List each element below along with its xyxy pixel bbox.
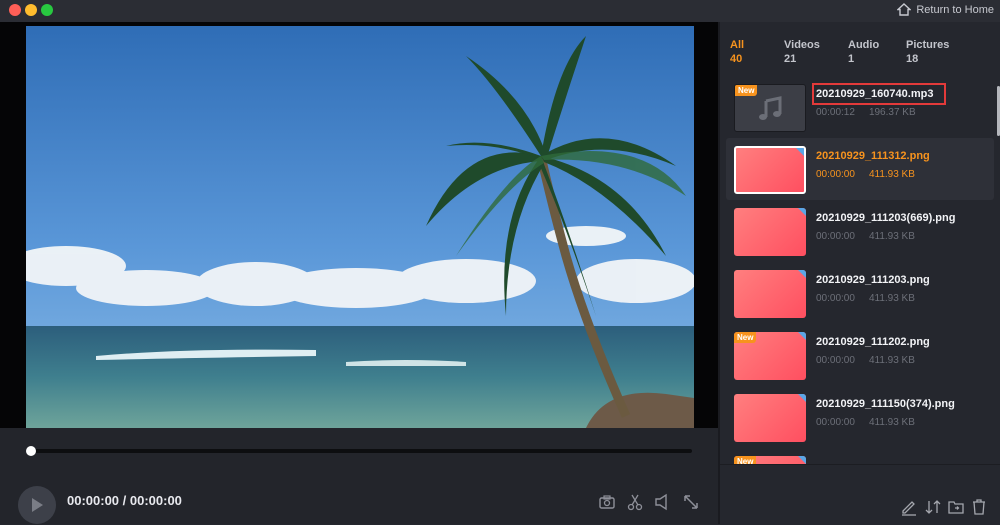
thumbnail-corner-mark xyxy=(798,394,806,402)
open-folder-icon[interactable] xyxy=(947,498,965,516)
file-thumbnail: New xyxy=(734,84,806,132)
cut-icon[interactable] xyxy=(626,493,644,511)
tab-videos[interactable]: Videos 21 xyxy=(784,38,820,66)
tab-all[interactable]: All 40 xyxy=(730,38,744,66)
file-duration: 00:00:12 xyxy=(816,107,855,118)
music-note-icon xyxy=(759,96,782,120)
fullscreen-icon[interactable] xyxy=(682,493,700,511)
snapshot-icon[interactable] xyxy=(598,493,616,511)
tab-count: 1 xyxy=(848,53,855,65)
file-meta: 00:00:00 411.93 KB xyxy=(816,355,929,366)
thumbnail-corner-mark xyxy=(798,332,806,340)
file-size: 411.93 KB xyxy=(868,355,915,366)
file-name: 20210929_111312.png xyxy=(816,150,930,162)
file-thumbnail xyxy=(734,208,806,256)
file-name: 20210929_111203(669).png xyxy=(816,212,956,224)
file-thumbnail: New xyxy=(734,332,806,380)
tab-count: 18 xyxy=(906,53,919,65)
sort-icon[interactable] xyxy=(924,498,942,516)
file-size: 411.93 KB xyxy=(868,293,915,304)
file-duration: 00:00:00 xyxy=(816,417,855,428)
file-item-selected[interactable]: 20210929_111312.png 00:00:00 411.93 KB xyxy=(726,138,994,200)
file-list[interactable]: New 20210929_160740.mp3 00:00:12 196.37 K… xyxy=(720,76,1000,464)
progress-handle[interactable] xyxy=(26,446,36,456)
file-meta: 00:00:00 411.93 KB xyxy=(816,169,929,180)
file-duration: 00:00:00 xyxy=(816,169,855,180)
tab-label: Videos xyxy=(784,39,820,51)
file-item[interactable]: 20210929_111203(669).png 00:00:00 411.93 … xyxy=(726,200,994,262)
file-duration: 00:00:00 xyxy=(816,231,855,242)
tab-count: 40 xyxy=(730,53,743,65)
player-controls: 00:00:00 / 00:00:00 xyxy=(0,428,718,524)
title-bar: Return to Home xyxy=(0,0,1000,22)
home-icon xyxy=(897,3,912,16)
file-thumbnail xyxy=(734,270,806,318)
file-size: 411.93 KB xyxy=(868,169,915,180)
new-badge: New xyxy=(734,332,757,343)
tab-count: 21 xyxy=(784,53,797,65)
sidebar-toolbar xyxy=(720,464,1000,525)
file-thumbnail xyxy=(734,394,806,442)
delete-icon[interactable] xyxy=(970,498,988,516)
minimize-window-button[interactable] xyxy=(25,4,37,16)
file-item[interactable]: New 20210929_111202.png 00:00:00 411.93 K… xyxy=(726,324,994,386)
file-meta: 00:00:00 411.93 KB xyxy=(816,417,929,428)
file-name: 20210929_111150(374).png xyxy=(816,398,955,410)
file-item[interactable]: 20210929_111203.png 00:00:00 411.93 KB xyxy=(726,262,994,324)
close-window-button[interactable] xyxy=(9,4,21,16)
play-icon xyxy=(32,498,43,512)
return-home-label: Return to Home xyxy=(916,3,994,16)
time-display: 00:00:00 / 00:00:00 xyxy=(67,493,182,508)
rename-icon[interactable] xyxy=(900,498,918,516)
file-meta: 00:00:00 411.93 KB xyxy=(816,231,929,242)
file-thumbnail xyxy=(734,146,806,194)
progress-track[interactable] xyxy=(30,449,692,453)
zoom-window-button[interactable] xyxy=(41,4,53,16)
file-meta: 00:00:12 196.37 KB xyxy=(816,107,930,118)
new-badge: New xyxy=(735,85,758,96)
volume-icon[interactable] xyxy=(654,493,672,511)
tab-audio[interactable]: Audio 1 xyxy=(848,38,879,66)
video-area[interactable] xyxy=(0,22,718,428)
file-name: 20210929_111203.png xyxy=(816,274,930,286)
file-size: 411.93 KB xyxy=(868,231,915,242)
highlight-box xyxy=(812,83,946,105)
file-duration: 00:00:00 xyxy=(816,293,855,304)
play-button[interactable] xyxy=(18,486,56,524)
file-item[interactable]: New 20210929_160740.mp3 00:00:12 196.37 K… xyxy=(726,76,994,138)
thumbnail-corner-mark xyxy=(796,148,804,156)
file-sidebar: All 40 Videos 21 Audio 1 Pictures 18 New… xyxy=(720,22,1000,525)
tab-label: Audio xyxy=(848,39,880,51)
tab-pictures[interactable]: Pictures 18 xyxy=(906,38,949,66)
file-meta: 00:00:00 411.93 KB xyxy=(816,293,929,304)
thumbnail-corner-mark xyxy=(798,456,806,464)
new-badge: New xyxy=(734,456,757,464)
thumbnail-corner-mark xyxy=(798,208,806,216)
thumbnail-corner-mark xyxy=(798,270,806,278)
file-item[interactable]: 20210929_111150(374).png 00:00:00 411.93 … xyxy=(726,386,994,448)
file-size: 196.37 KB xyxy=(868,107,916,118)
file-size: 411.93 KB xyxy=(868,417,915,428)
tab-label: Pictures xyxy=(906,39,950,51)
player-panel: 00:00:00 / 00:00:00 xyxy=(0,22,718,524)
file-item-partial[interactable]: New xyxy=(726,448,994,464)
preview-image xyxy=(26,26,694,428)
file-name: 20210929_111202.png xyxy=(816,336,930,348)
return-home-button[interactable]: Return to Home xyxy=(897,3,994,16)
file-thumbnail: New xyxy=(734,456,806,464)
file-duration: 00:00:00 xyxy=(816,355,855,366)
tab-label: All xyxy=(730,39,745,51)
